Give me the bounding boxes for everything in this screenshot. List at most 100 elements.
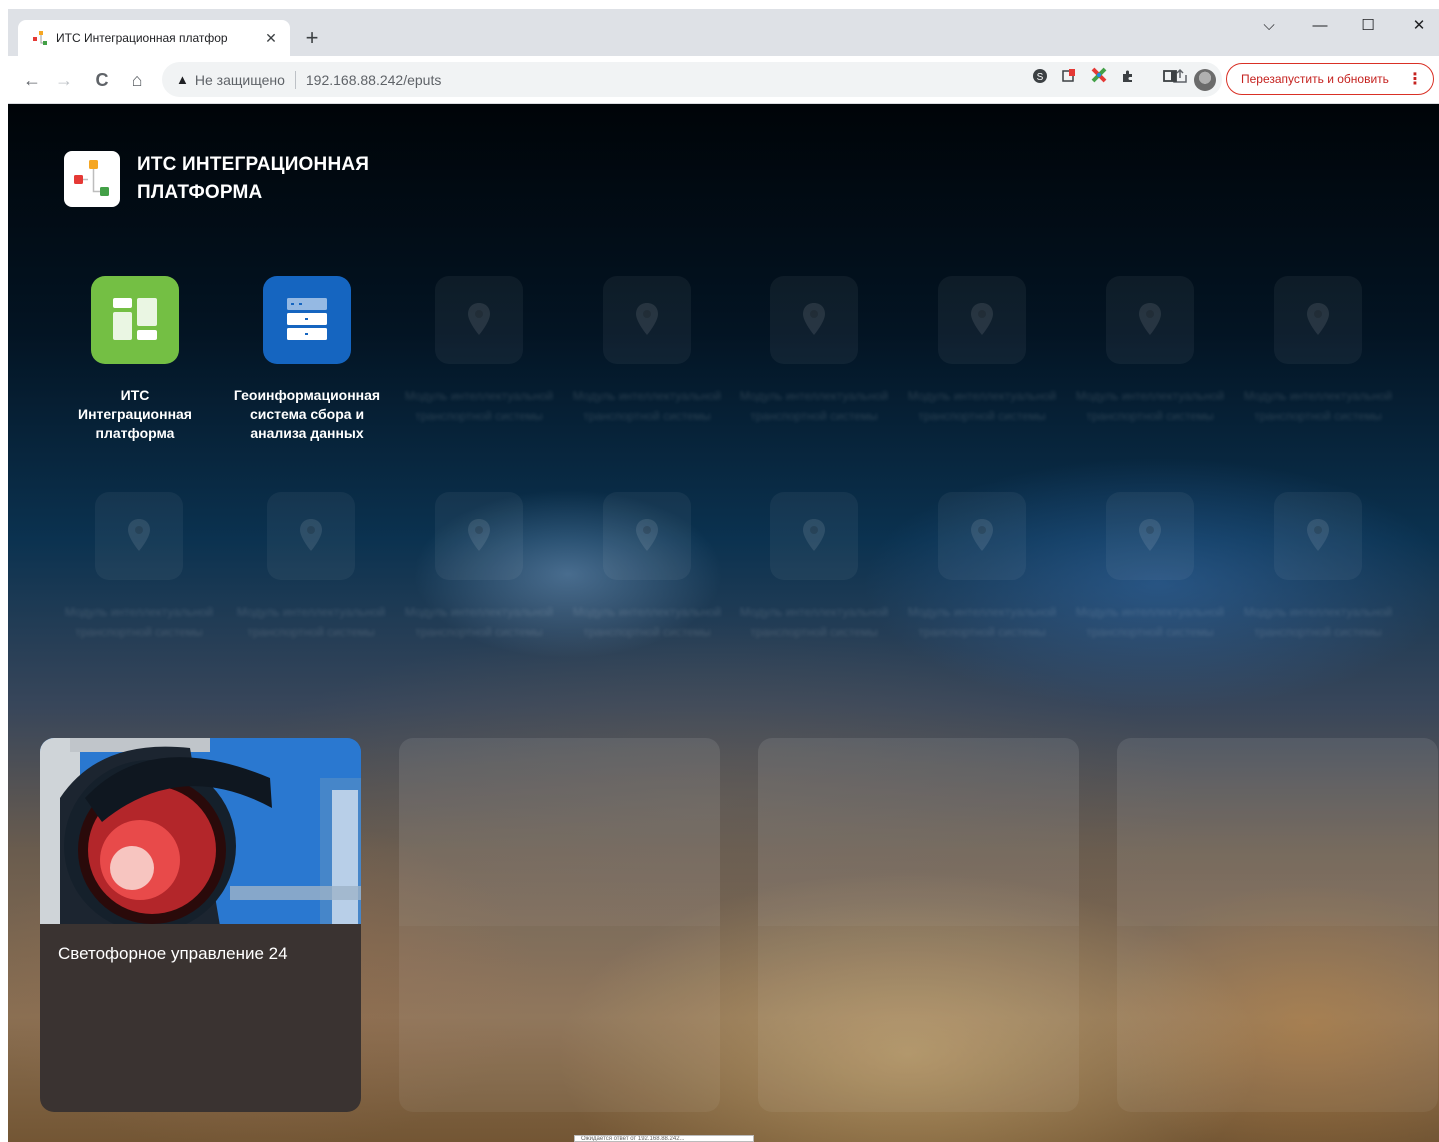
tab-search-dropdown-icon[interactable]: ⌵ — [1246, 9, 1292, 43]
location-pin-icon — [938, 276, 1026, 364]
card-placeholder-image — [399, 738, 720, 926]
tab-strip: ИТС Интеграционная платфор ✕ + ⌵ — ☐ ✕ — [8, 9, 1439, 56]
ghost-app-tile: Модуль интеллектуальной транспортной сис… — [902, 492, 1062, 642]
ghost-app-label: Модуль интеллектуальной транспортной сис… — [907, 605, 1057, 639]
app-its-platform-label: ИТС Интеграционная платформа — [55, 386, 215, 443]
app-label-line: Интеграционная — [78, 406, 192, 422]
ghost-app-tile: Модуль интеллектуальной транспортной сис… — [902, 276, 1062, 426]
ghost-app-tile: Модуль интеллектуальной транспортной сис… — [399, 492, 559, 642]
ghost-app-label: Модуль интеллектуальной транспортной сис… — [1075, 389, 1225, 423]
ghost-app-tile: Модуль интеллектуальной транспортной сис… — [399, 276, 559, 426]
side-panel-icon[interactable] — [1156, 66, 1184, 94]
page-content: ИТС ИНТЕГРАЦИОННАЯ ПЛАТФОРМА ИТС Интегра… — [8, 104, 1439, 1142]
ghost-app-label: Модуль интеллектуальной транспортной сис… — [236, 605, 386, 639]
ghost-app-tile: Модуль интеллектуальной транспортной сис… — [1238, 492, 1398, 642]
traffic-light-image — [40, 738, 361, 926]
minimize-icon[interactable]: — — [1297, 9, 1343, 43]
card-placeholder — [399, 738, 720, 1112]
location-pin-icon — [1274, 276, 1362, 364]
ghost-app-label: Модуль интеллектуальной транспортной сис… — [739, 389, 889, 423]
location-pin-icon — [603, 276, 691, 364]
app-label-line: система сбора и — [249, 406, 365, 422]
security-status[interactable]: Не защищено — [195, 72, 285, 88]
browser-chrome: ИТС Интеграционная платфор ✕ + ⌵ — ☐ ✕ ←… — [8, 9, 1439, 104]
app-geo-system[interactable]: Геоинформационная система сбора и анализ… — [227, 276, 387, 443]
ghost-app-tile: Модуль интеллектуальной транспортной сис… — [59, 492, 219, 642]
tab-close-icon[interactable]: ✕ — [262, 30, 280, 47]
location-pin-icon — [770, 276, 858, 364]
ghost-app-label: Модуль интеллектуальной транспортной сис… — [907, 389, 1057, 423]
card-placeholder — [758, 738, 1079, 1112]
profile-avatar[interactable] — [1194, 69, 1216, 91]
card-placeholder-image — [758, 738, 1079, 926]
address-divider — [294, 70, 296, 89]
tab-title: ИТС Интеграционная платфор — [56, 31, 228, 45]
location-pin-icon — [1106, 492, 1194, 580]
location-pin-icon — [435, 492, 523, 580]
app-label-line: анализа данных — [250, 425, 364, 441]
browser-toolbar: ← → C ⌂ ▲ Не защищено 192.168.88.242/epu… — [8, 56, 1439, 104]
ghost-app-tile: Модуль интеллектуальной транспортной сис… — [1238, 276, 1398, 426]
card-placeholder-image — [1117, 738, 1438, 926]
url-text[interactable]: 192.168.88.242/eputs — [306, 72, 441, 88]
forward-icon[interactable]: → — [50, 66, 78, 94]
card-placeholder — [1117, 738, 1438, 1112]
app-label-line: платформа — [95, 425, 175, 441]
extensions-icon[interactable] — [1114, 66, 1142, 94]
maximize-icon[interactable]: ☐ — [1345, 9, 1391, 43]
cross-extension-icon[interactable] — [1085, 66, 1113, 94]
ghost-app-label: Модуль интеллектуальной транспортной сис… — [572, 389, 722, 423]
ghost-app-tile: Модуль интеллектуальной транспортной сис… — [734, 492, 894, 642]
location-pin-icon — [770, 492, 858, 580]
ghost-app-tile: Модуль интеллектуальной транспортной сис… — [1070, 492, 1230, 642]
status-bubble: Ожидается ответ от 192.168.88.242... — [574, 1135, 754, 1142]
reload-icon[interactable]: C — [88, 66, 116, 94]
ghost-app-tile: Модуль интеллектуальной транспортной сис… — [231, 492, 391, 642]
ghost-app-label: Модуль интеллектуальной транспортной сис… — [1243, 389, 1393, 423]
new-tab-button[interactable]: + — [298, 24, 326, 52]
warning-icon[interactable]: ▲ — [176, 72, 189, 87]
card-title: Светофорное управление 24 — [58, 944, 288, 963]
back-icon[interactable]: ← — [18, 66, 46, 94]
favicon-icon — [32, 30, 48, 46]
extension-puzzle-red-icon[interactable] — [1055, 66, 1083, 94]
ghost-app-tile: Модуль интеллектуальной транспортной сис… — [734, 276, 894, 426]
card-traffic-control[interactable]: Светофорное управление 24 — [40, 738, 361, 1112]
ghost-app-tile: Модуль интеллектуальной транспортной сис… — [567, 492, 727, 642]
location-pin-icon — [435, 276, 523, 364]
app-geo-system-label: Геоинформационная система сбора и анализ… — [227, 386, 387, 443]
app-label-line: ИТС — [120, 387, 150, 403]
dashboard-icon — [91, 276, 179, 364]
location-pin-icon — [1274, 492, 1362, 580]
platform-title-line2: ПЛАТФОРМА — [137, 182, 263, 203]
ghost-app-label: Модуль интеллектуальной транспортной сис… — [572, 605, 722, 639]
ghost-app-label: Модуль интеллектуальной транспортной сис… — [739, 605, 889, 639]
window-close-icon[interactable]: ✕ — [1396, 9, 1439, 43]
ghost-app-tile: Модуль интеллектуальной транспортной сис… — [567, 276, 727, 426]
app-label-line: Геоинформационная — [233, 387, 381, 403]
relaunch-label: Перезапустить и обновить — [1241, 72, 1389, 86]
skype-extension-icon[interactable]: S — [1026, 66, 1054, 94]
menu-icon[interactable]: ⋮ — [1407, 69, 1423, 89]
ghost-app-tile: Модуль интеллектуальной транспортной сис… — [1070, 276, 1230, 426]
ghost-app-label: Модуль интеллектуальной транспортной сис… — [1243, 605, 1393, 639]
location-pin-icon — [938, 492, 1026, 580]
browser-tab[interactable]: ИТС Интеграционная платфор ✕ — [18, 20, 290, 56]
platform-header[interactable]: ИТС ИНТЕГРАЦИОННАЯ ПЛАТФОРМА — [64, 151, 369, 207]
location-pin-icon — [95, 492, 183, 580]
relaunch-update-button[interactable]: Перезапустить и обновить ⋮ — [1226, 63, 1434, 95]
ghost-app-label: Модуль интеллектуальной транспортной сис… — [64, 605, 214, 639]
location-pin-icon — [1106, 276, 1194, 364]
ghost-app-label: Модуль интеллектуальной транспортной сис… — [1075, 605, 1225, 639]
platform-logo-icon — [64, 151, 120, 207]
ghost-app-label: Модуль интеллектуальной транспортной сис… — [404, 389, 554, 423]
svg-text:S: S — [1037, 72, 1044, 83]
home-icon[interactable]: ⌂ — [123, 66, 151, 94]
app-its-platform[interactable]: ИТС Интеграционная платформа — [55, 276, 215, 443]
server-icon — [263, 276, 351, 364]
location-pin-icon — [267, 492, 355, 580]
platform-title-line1: ИТС ИНТЕГРАЦИОННАЯ — [137, 154, 370, 175]
ghost-app-label: Модуль интеллектуальной транспортной сис… — [404, 605, 554, 639]
location-pin-icon — [603, 492, 691, 580]
platform-title: ИТС ИНТЕГРАЦИОННАЯ ПЛАТФОРМА — [137, 151, 369, 207]
